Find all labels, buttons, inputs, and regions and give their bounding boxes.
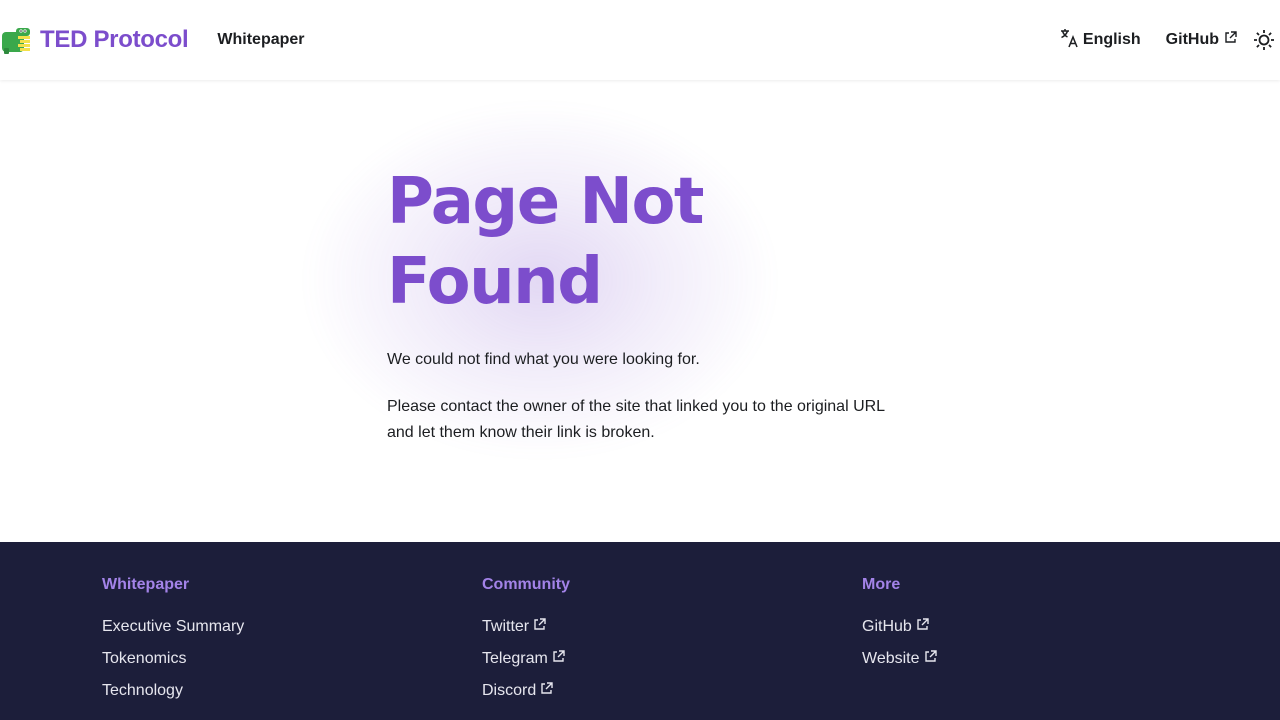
footer-column-more: More GitHub Website [862,576,937,682]
external-link-icon [1224,31,1237,49]
navbar: TED Protocol Whitepaper English GitHub [0,0,1280,80]
language-dropdown[interactable]: English [1059,28,1141,53]
footer-link-website[interactable]: Website [862,650,937,668]
github-label: GitHub [1165,31,1219,48]
footer-column-whitepaper: Whitepaper Executive Summary Tokenomics … [102,576,244,714]
main-content: Page Not Found We could not find what yo… [0,80,1280,542]
footer-link-tokenomics[interactable]: Tokenomics [102,650,244,668]
not-found-instructions: Please contact the owner of the site tha… [387,398,885,441]
footer-link-discord[interactable]: Discord [482,682,570,700]
brand-title: TED Protocol [40,26,189,53]
footer-column-title: More [862,576,901,593]
footer-link-executive-summary[interactable]: Executive Summary [102,618,244,636]
footer-link-telegram[interactable]: Telegram [482,650,570,668]
footer-link-technology[interactable]: Technology [102,682,244,700]
footer-column-title: Whitepaper [102,576,190,593]
footer-link-twitter[interactable]: Twitter [482,618,570,636]
nav-link-whitepaper[interactable]: Whitepaper [217,31,304,49]
footer-link-github[interactable]: GitHub [862,618,937,636]
page-title: Page Not Found [387,165,705,319]
external-link-icon [924,650,937,668]
sun-icon[interactable] [1253,29,1275,51]
translate-icon [1059,28,1083,53]
footer: Whitepaper Executive Summary Tokenomics … [0,542,1280,720]
navbar-right: English GitHub [1059,0,1280,80]
croc-logo-icon [0,24,32,56]
external-link-icon [540,682,553,700]
footer-column-title: Community [482,576,570,593]
language-label: English [1082,31,1141,48]
external-link-icon [533,618,546,636]
github-link[interactable]: GitHub [1166,31,1237,49]
external-link-icon [552,650,565,668]
footer-column-community: Community Twitter Telegram Discord [482,576,570,714]
not-found-container: Page Not Found We could not find what yo… [387,162,907,446]
not-found-message: We could not find what you were looking … [387,351,700,368]
external-link-icon [916,618,929,636]
brand-link[interactable]: TED Protocol [0,0,189,80]
